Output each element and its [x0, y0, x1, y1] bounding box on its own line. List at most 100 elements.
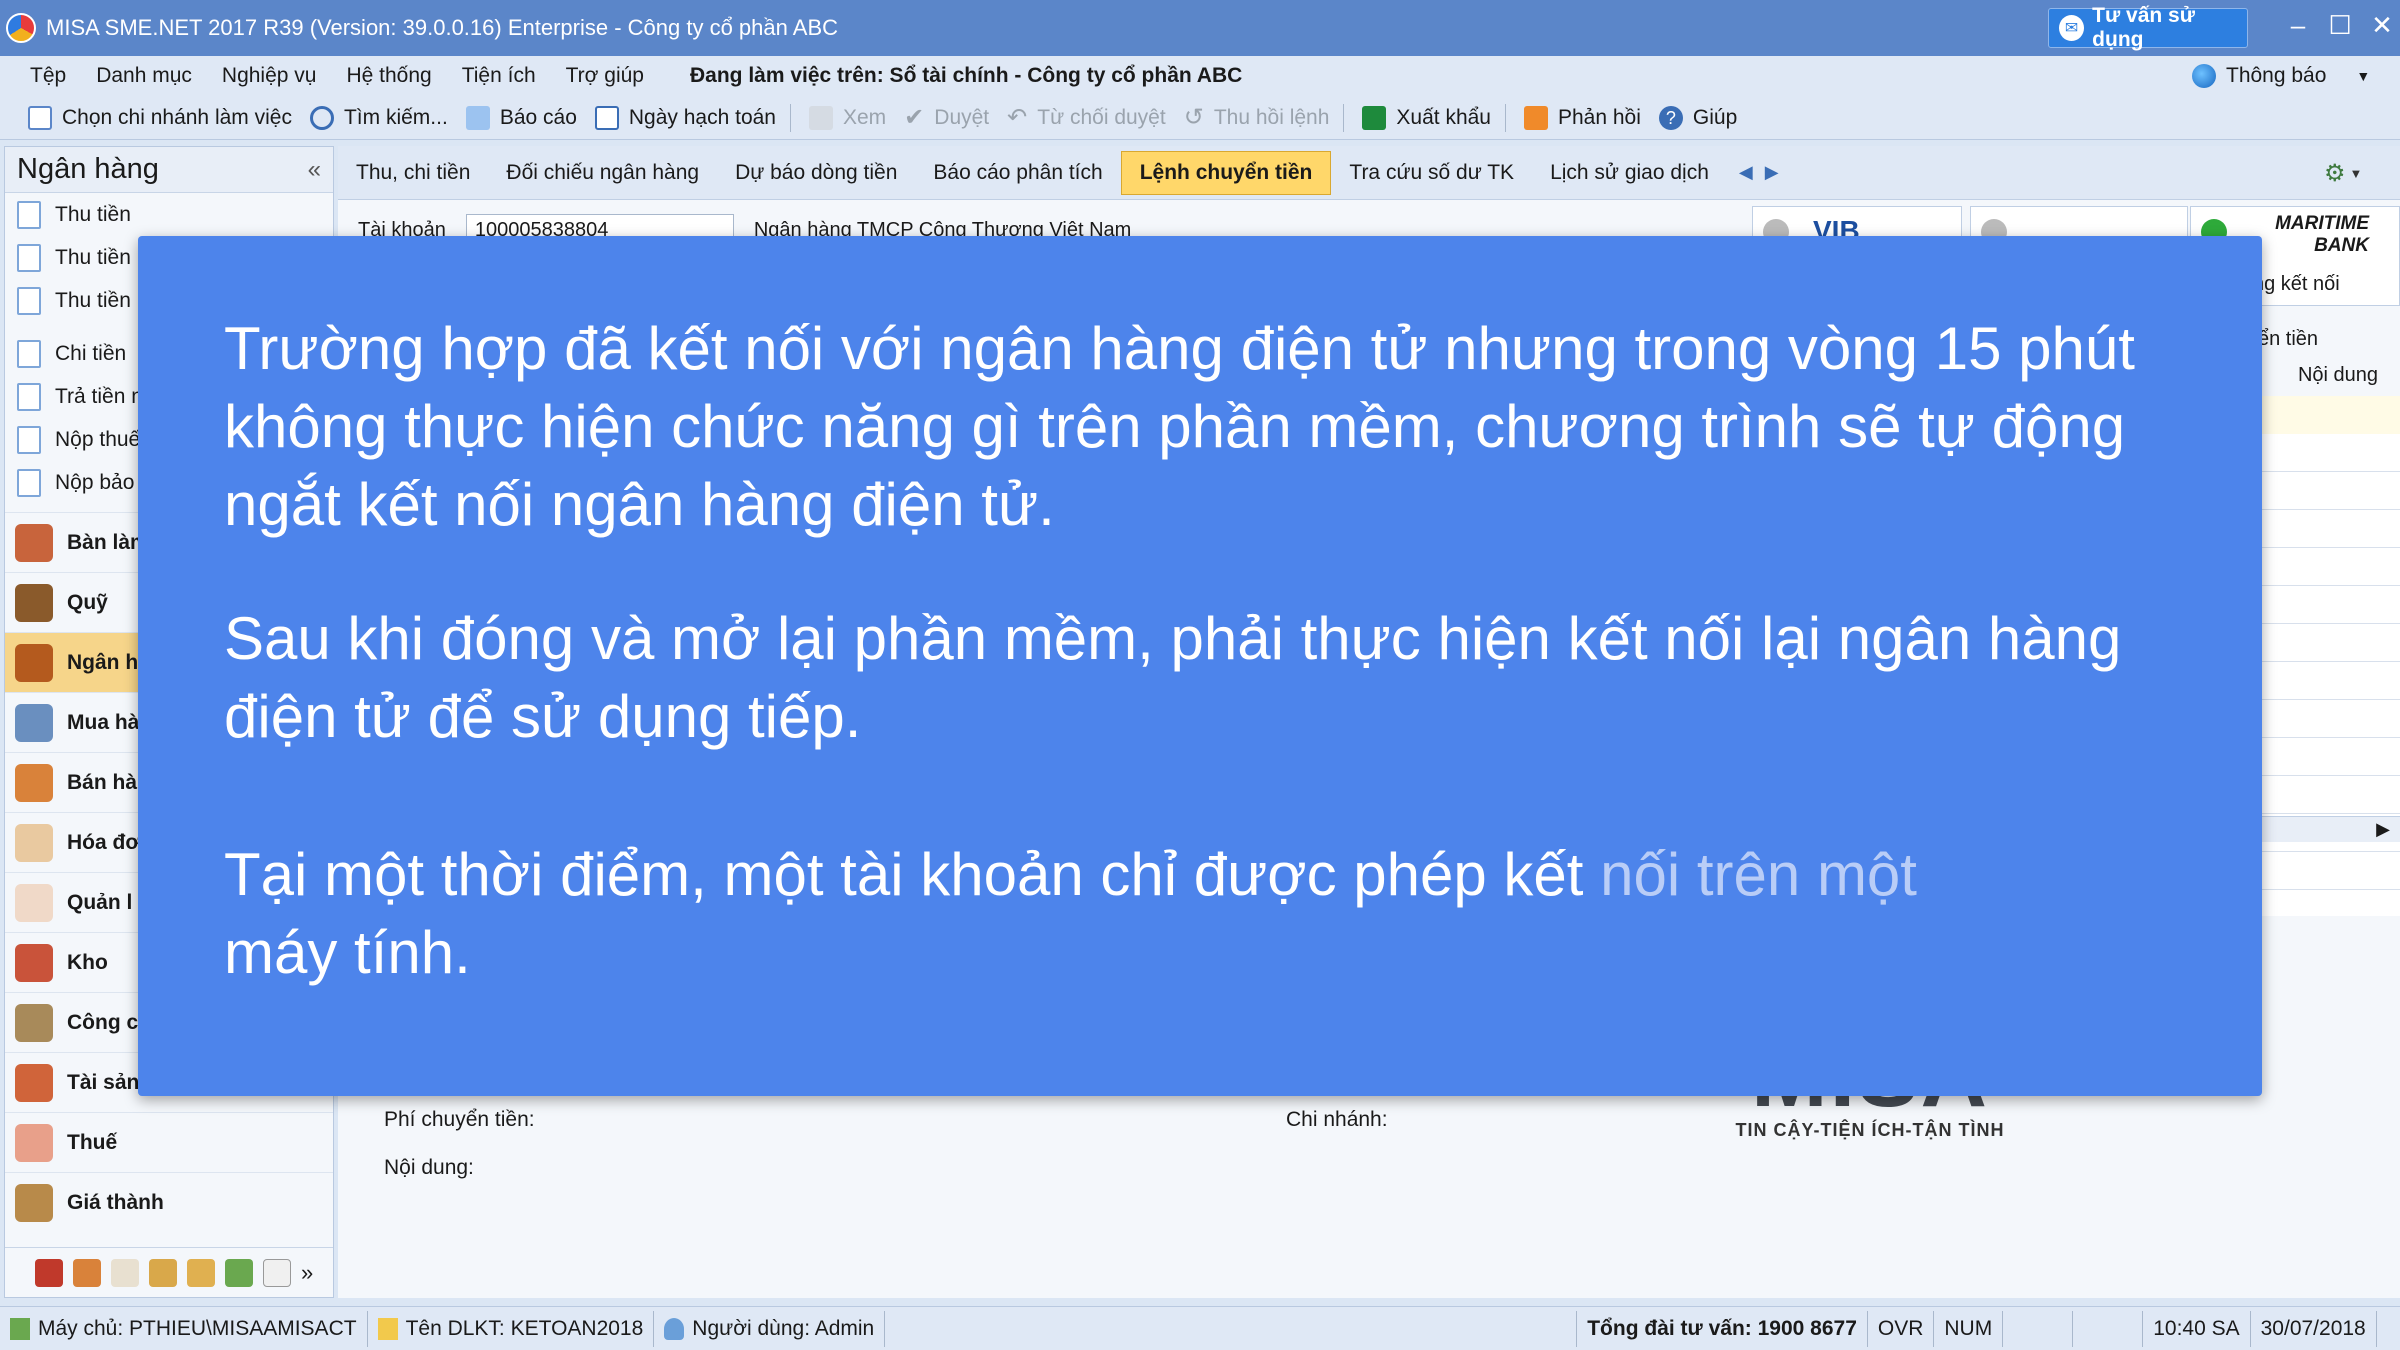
quick-icon[interactable]: [149, 1258, 177, 1287]
reject-button[interactable]: ↶ Từ chối duyệt: [1007, 103, 1166, 132]
quick-icon[interactable]: [35, 1258, 63, 1287]
sidebar-quick-bar: »: [5, 1247, 333, 1297]
maximize-icon[interactable]: ☐: [2322, 10, 2358, 41]
menu-utilities[interactable]: Tiện ích: [462, 64, 536, 88]
tab-transfer-order[interactable]: Lệnh chuyển tiền: [1120, 150, 1332, 195]
consult-label: Tư vấn sử dụng: [2092, 4, 2195, 51]
module-costing[interactable]: Giá thành: [5, 1172, 333, 1232]
tab-cashflow-forecast[interactable]: Dự báo dòng tiền: [717, 151, 915, 195]
module-tax[interactable]: Thuế: [5, 1112, 333, 1172]
chevron-left-icon[interactable]: ◀: [1739, 162, 1753, 183]
sidebar-sub-label: Trả tiền n: [55, 384, 143, 408]
menu-file[interactable]: Tệp: [30, 64, 66, 88]
export-button[interactable]: Xuất khẩu: [1362, 105, 1491, 130]
module-label: Bàn làm: [67, 530, 149, 554]
tab-receipts-payments[interactable]: Thu, chi tiền: [338, 151, 488, 195]
sales-icon: [15, 763, 53, 802]
menu-catalog[interactable]: Danh mục: [96, 64, 192, 88]
quick-icon[interactable]: [225, 1258, 253, 1287]
module-label: Bán hà: [67, 770, 138, 794]
report-icon: [465, 105, 490, 130]
excel-icon: [1362, 105, 1387, 130]
sidebar-sub-label: Nộp bảo: [55, 470, 135, 494]
quick-icon[interactable]: [111, 1258, 139, 1287]
posting-date-button[interactable]: Ngày hạch toán: [594, 105, 776, 130]
house-icon: [15, 1063, 53, 1102]
db-label: Tên DLKT: KETOAN2018: [405, 1316, 644, 1340]
help-button[interactable]: ? Giúp: [1658, 105, 1737, 130]
approve-label: Duyệt: [934, 105, 990, 129]
toolbar: Chọn chi nhánh làm việc Tìm kiếm... Báo …: [0, 96, 2400, 140]
tab-analysis-report[interactable]: Báo cáo phân tích: [915, 151, 1120, 195]
overlay-paragraph-3: Tại một thời điểm, một tài khoản chỉ đượ…: [224, 836, 2204, 992]
gear-icon: ⚙: [2324, 159, 2346, 187]
module-label: Quản l: [67, 890, 133, 914]
envelope-icon: [1523, 105, 1548, 130]
chevron-down-icon: ▼: [2356, 68, 2371, 84]
module-label: Ngân h: [67, 650, 139, 674]
sidebar-sub-label: Nộp thuế: [55, 427, 141, 451]
chevron-right-icon[interactable]: ▶: [1765, 162, 1779, 183]
reject-label: Từ chối duyệt: [1037, 105, 1166, 129]
more-icon[interactable]: »: [301, 1260, 313, 1286]
chevron-down-icon: ▼: [2349, 165, 2363, 181]
quick-icon[interactable]: [263, 1258, 291, 1287]
module-label: Kho: [67, 950, 108, 974]
misa-app-icon: [6, 13, 36, 43]
notify-button[interactable]: Thông báo ▼: [2192, 64, 2370, 88]
tab-balance-lookup[interactable]: Tra cứu số dư TK: [1331, 151, 1532, 195]
report-label: Báo cáo: [499, 105, 577, 129]
collapse-icon[interactable]: «: [308, 156, 321, 184]
document-icon: [17, 286, 41, 315]
view-icon: [808, 105, 833, 130]
toolbar-separator: [1504, 103, 1506, 132]
choose-branch-button[interactable]: Chọn chi nhánh làm việc: [18, 105, 292, 130]
feedback-button[interactable]: Phản hồi: [1523, 105, 1641, 130]
calendar-icon: [594, 105, 619, 130]
maritime-bank-logo: MARITIME BANK: [2275, 213, 2369, 257]
horizontal-scrollbar[interactable]: ▶: [2258, 816, 2400, 842]
tab-bank-reconcile[interactable]: Đối chiếu ngân hàng: [488, 151, 717, 195]
report-button[interactable]: Báo cáo: [465, 105, 577, 130]
maritime-line1: MARITIME: [2275, 213, 2369, 234]
tools-icon: [15, 1003, 53, 1042]
view-label: Xem: [842, 105, 887, 129]
search-icon: [309, 105, 334, 130]
settings-button[interactable]: ⚙ ▼: [2324, 156, 2376, 190]
tab-transaction-history[interactable]: Lịch sử giao dịch: [1532, 151, 1727, 195]
status-blank: [2003, 1310, 2074, 1347]
quick-icon[interactable]: [73, 1258, 101, 1287]
arrow-right-icon[interactable]: ▶: [2376, 819, 2390, 840]
menu-system[interactable]: Hệ thống: [346, 64, 431, 88]
working-on-label: Đang làm việc trên: Sổ tài chính - Công …: [690, 64, 1243, 87]
misa-tagline: TIN CẬY-TIỆN ÍCH-TẬN TÌNH: [1735, 1120, 2005, 1140]
content-label: Nội dung:: [384, 1156, 474, 1179]
choose-branch-label: Chọn chi nhánh làm việc: [62, 105, 292, 129]
overlay-p3-end: máy tính.: [224, 919, 471, 986]
close-icon[interactable]: ✕: [2364, 10, 2400, 41]
help-icon: ?: [1658, 105, 1683, 130]
consult-button[interactable]: ✉ Tư vấn sử dụng: [2048, 4, 2248, 51]
approve-button[interactable]: ✔ Duyệt: [904, 103, 989, 132]
overlay-paragraph-2: Sau khi đóng và mở lại phần mềm, phải th…: [224, 605, 2122, 750]
status-bar: Máy chủ: PTHIEU\MISAAMISACT Tên DLKT: KE…: [0, 1306, 2400, 1350]
quick-icon[interactable]: [187, 1258, 215, 1287]
status-user: Người dùng: Admin: [654, 1310, 886, 1347]
grid-header-transfer: ển tiền: [2258, 328, 2319, 350]
revoke-label: Thu hồi lệnh: [1213, 105, 1330, 129]
menu-help[interactable]: Trợ giúp: [566, 64, 644, 88]
desk-icon: [15, 523, 53, 562]
globe-icon: [2192, 64, 2216, 88]
revoke-button[interactable]: ↺ Thu hồi lệnh: [1184, 103, 1330, 132]
status-time: 10:40 SA: [2143, 1310, 2251, 1347]
view-button[interactable]: Xem: [808, 105, 887, 130]
sidebar-sub-label: Chi tiền: [55, 341, 127, 365]
safe-icon: [15, 583, 53, 622]
server-label: Máy chủ: PTHIEU\MISAAMISACT: [38, 1316, 357, 1340]
search-button[interactable]: Tìm kiếm...: [309, 105, 448, 130]
grid-selected-row[interactable]: [2258, 396, 2400, 434]
menu-operations[interactable]: Nghiệp vụ: [222, 64, 317, 88]
minimize-icon[interactable]: –: [2280, 10, 2316, 41]
sidebar-sub-item[interactable]: Thu tiền: [5, 193, 333, 236]
module-label: Thuế: [67, 1130, 118, 1154]
